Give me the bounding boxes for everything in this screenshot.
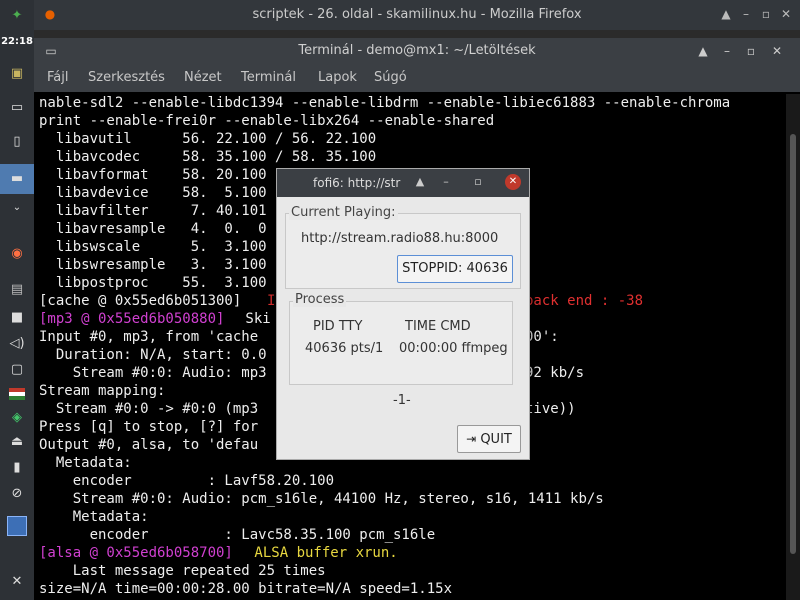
flag-icon[interactable] [0, 384, 34, 404]
menu-tabs[interactable]: Lapok [318, 70, 357, 85]
files-icon[interactable]: ▤ [0, 280, 34, 300]
firefox-close-button[interactable]: ✕ [778, 6, 794, 22]
terminal-line: Metadata: [39, 455, 132, 471]
terminal-line: libavdevice 58. 5.100 [39, 185, 267, 201]
dialog-status: -1- [393, 393, 411, 408]
process-header-time: TIME CMD [405, 319, 471, 334]
terminal-line: nable-sdl2 --enable-libdc1394 --enable-l… [39, 95, 731, 111]
eject-icon[interactable]: ⏏ [0, 432, 34, 452]
terminal-line: Last message repeated 25 times [39, 563, 326, 579]
menu-help[interactable]: Súgó [374, 70, 407, 85]
menu-terminal[interactable]: Terminál [241, 70, 296, 85]
mp3-tail: Ski [237, 311, 271, 327]
terminal-line: Stream #0:0: Audio: pcm_s16le, 44100 Hz,… [39, 491, 604, 507]
input-tail: 00': [525, 329, 559, 345]
process-header-pid: PID TTY [313, 319, 363, 334]
terminal-scrollbar[interactable] [786, 94, 800, 600]
terminal-line: Press [q] to stop, [?] for [39, 419, 259, 435]
battery-icon[interactable]: ▮ [0, 458, 34, 478]
stream-tail: 92 kb/s [525, 365, 585, 381]
firefox-icon[interactable]: ◉ [0, 244, 34, 264]
attach-icon[interactable]: ⊘ [0, 484, 34, 504]
terminal-line: libswresample 3. 3.100 [39, 257, 267, 273]
display-icon[interactable]: ▢ [0, 360, 34, 380]
quit-button-label: QUIT [480, 432, 512, 447]
terminal-icon[interactable]: ▭ [0, 98, 34, 118]
terminal-line: libavformat 58. 20.100 [39, 167, 267, 183]
phone-icon[interactable]: ▯ [0, 132, 34, 152]
terminal-line: Stream mapping: [39, 383, 166, 399]
app-menu-icon[interactable]: ✦ [0, 6, 34, 26]
firefox-titlebar: ● scriptek - 26. oldal - skamilinux.hu -… [34, 0, 800, 30]
dialog-titlebar: fofi6: http://str ▲ – ▫ ✕ [277, 169, 529, 197]
cache-error-end: pack end : -38 [525, 293, 644, 309]
process-label: Process [293, 292, 347, 307]
stream-url: http://stream.radio88.hu:8000 [301, 231, 499, 246]
menu-view[interactable]: Nézet [184, 70, 222, 85]
terminal-minimize-button[interactable]: – [718, 42, 736, 60]
firefox-shade-button[interactable]: ▲ [718, 6, 734, 22]
terminal-line-cache: [cache @ 0x55ed6b051300] [39, 293, 242, 309]
left-panel: ✦ 22:18 ▣ ▭ ▯ ▬ ⌄ ◉ ▤ ■ ◁) ▢ ◈ ⏏ ▮ ⊘ ✕ [0, 0, 34, 600]
terminal-line: Duration: N/A, start: 0.0 [39, 347, 267, 363]
mapping-tail: tive)) [525, 401, 576, 417]
terminal-line: Stream #0:0: Audio: mp3 [39, 365, 267, 381]
fofi6-dialog: fofi6: http://str ▲ – ▫ ✕ Current Playin… [276, 168, 530, 460]
terminal-title: Terminál - demo@mx1: ~/Letöltések [298, 43, 536, 58]
terminal-maximize-button[interactable]: ▫ [742, 42, 760, 60]
cache-error-start: I [267, 293, 276, 309]
package-icon[interactable]: ◈ [0, 408, 34, 428]
terminal-line: Output #0, alsa, to 'defau [39, 437, 259, 453]
terminal-line: Stream #0:0 -> #0:0 (mp3 [39, 401, 259, 417]
dialog-minimize-button[interactable]: – [439, 175, 453, 188]
terminal-line: libavfilter 7. 40.101 [39, 203, 267, 219]
exit-icon: ⇥ [466, 432, 477, 446]
terminal-line: encoder : Lavc58.35.100 pcm_s16le [39, 527, 436, 543]
firefox-maximize-button[interactable]: ▫ [758, 6, 774, 22]
terminal-line: libavresample 4. 0. 0 [39, 221, 267, 237]
workspace-icon[interactable]: ▬ [0, 164, 34, 194]
firefox-minimize-button[interactable]: – [738, 6, 754, 22]
dialog-close-button[interactable]: ✕ [505, 174, 521, 190]
terminal-line: print --enable-frei0r --enable-libx264 -… [39, 113, 495, 129]
firefox-window-title: scriptek - 26. oldal - skamilinux.hu - M… [252, 7, 582, 22]
process-row-pid: 40636 pts/1 [305, 341, 384, 356]
x-logo-icon[interactable]: ✕ [0, 572, 34, 592]
terminal-close-button[interactable]: ✕ [768, 42, 786, 60]
terminal-shade-button[interactable]: ▲ [694, 42, 712, 60]
dialog-shade-button[interactable]: ▲ [413, 175, 427, 188]
terminal-line: libavutil 56. 22.100 / 56. 22.100 [39, 131, 377, 147]
current-playing-label: Current Playing: [289, 205, 398, 220]
video-icon[interactable]: ■ [0, 308, 34, 328]
terminal-line-alsa: [alsa @ 0x55ed6b058700] [39, 545, 233, 561]
terminal-line-mp3: [mp3 @ 0x55ed6b050880] [39, 311, 225, 327]
collapse-icon[interactable]: ⌄ [0, 198, 34, 218]
terminal-line: Input #0, mp3, from 'cache [39, 329, 259, 345]
terminal-line: libswscale 5. 3.100 [39, 239, 267, 255]
device-icon[interactable]: ▣ [0, 64, 34, 84]
terminal-line: libpostproc 55. 3.100 [39, 275, 267, 291]
terminal-menubar: Fájl Szerkesztés Nézet Terminál Lapok Sú… [34, 64, 800, 92]
menu-file[interactable]: Fájl [47, 70, 68, 85]
terminal-titlebar: ▭ Terminál - demo@mx1: ~/Letöltések ▲ – … [34, 38, 800, 64]
volume-icon[interactable]: ◁) [0, 334, 34, 354]
stop-pid-button[interactable]: STOPPID: 40636 [397, 255, 513, 283]
dialog-title: fofi6: http://str [313, 176, 401, 190]
terminal-line: encoder : Lavf58.20.100 [39, 473, 335, 489]
terminal-status-line: size=N/A time=00:00:28.00 bitrate=N/A sp… [39, 581, 453, 597]
quit-button[interactable]: ⇥ QUIT [457, 425, 521, 453]
terminal-line: libavcodec 58. 35.100 / 58. 35.100 [39, 149, 377, 165]
clock: 22:18 [1, 36, 33, 47]
dialog-maximize-button[interactable]: ▫ [471, 175, 485, 188]
process-row-time: 00:00:00 ffmpeg [399, 341, 508, 356]
alsa-message: ALSA buffer xrun. [246, 545, 398, 561]
workspace-selected-icon[interactable] [0, 514, 34, 538]
terminal-line: Metadata: [39, 509, 149, 525]
terminal-scroll-thumb[interactable] [790, 134, 796, 554]
menu-edit[interactable]: Szerkesztés [88, 70, 165, 85]
